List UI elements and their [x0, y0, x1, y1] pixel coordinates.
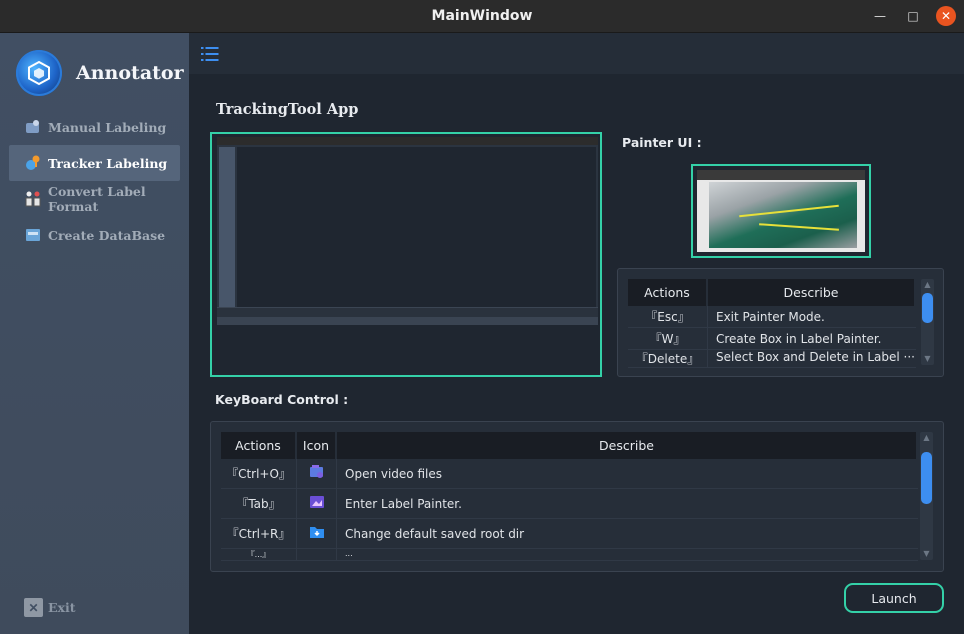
- sidebar-item-manual-labeling[interactable]: Manual Labeling: [9, 109, 180, 145]
- exit-label: Exit: [48, 600, 76, 615]
- tracking-tool-preview: [210, 132, 602, 377]
- label-painter-icon: [297, 489, 337, 519]
- painter-shortcuts-panel: Actions Describe 『Esc』 Exit Painter Mode…: [617, 268, 944, 377]
- close-icon: ✕: [24, 598, 43, 617]
- sidebar-item-label: Convert Label Format: [48, 184, 146, 214]
- table-row[interactable]: 『Esc』 Exit Painter Mode.: [628, 306, 916, 328]
- table-row[interactable]: 『...』 ...: [221, 549, 918, 561]
- exit-button[interactable]: ✕ Exit: [24, 598, 76, 617]
- column-header-describe: Describe: [708, 279, 916, 306]
- describe-cell: ...: [337, 549, 918, 561]
- minimize-button[interactable]: —: [870, 6, 890, 26]
- menu-list-icon[interactable]: [201, 46, 219, 62]
- window-title: MainWindow: [431, 8, 533, 24]
- action-cell: 『Esc』: [628, 306, 708, 328]
- scroll-down-icon[interactable]: ▼: [920, 548, 933, 560]
- painter-ui-preview: [691, 164, 871, 258]
- describe-cell: Select Box and Delete in Label ···: [708, 350, 916, 368]
- describe-cell: Create Box in Label Painter.: [708, 328, 916, 350]
- preview-screenshot: [217, 137, 598, 325]
- describe-cell: Enter Label Painter.: [337, 489, 918, 519]
- table-row[interactable]: 『Ctrl+O』 Open video files: [221, 459, 918, 489]
- painter-heading: Painter UI :: [622, 135, 702, 150]
- main-content: TrackingTool App Painter UI : Actions De…: [189, 74, 964, 634]
- describe-cell: Open video files: [337, 459, 918, 489]
- table-row[interactable]: 『Tab』 Enter Label Painter.: [221, 489, 918, 519]
- scrollbar-thumb[interactable]: [921, 452, 932, 504]
- action-cell: 『Delete』: [628, 350, 708, 368]
- describe-cell: Exit Painter Mode.: [708, 306, 916, 328]
- folder-download-icon: [297, 519, 337, 549]
- sidebar-item-convert-label-format[interactable]: Convert Label Format: [9, 181, 180, 217]
- top-bar: [189, 33, 964, 74]
- keyboard-shortcuts-panel: Actions Icon Describe 『Ctrl+O』 Open vide…: [210, 421, 944, 572]
- action-cell: 『W』: [628, 328, 708, 350]
- database-icon: [24, 226, 42, 244]
- hand-label-icon: [24, 118, 42, 136]
- files-icon: [297, 549, 337, 561]
- column-header-icon: Icon: [297, 432, 337, 459]
- app-name: Annotator: [76, 62, 184, 84]
- launch-button[interactable]: Launch: [844, 583, 944, 613]
- painter-shortcuts-table: Actions Describe 『Esc』 Exit Painter Mode…: [628, 279, 916, 368]
- table-row[interactable]: 『Delete』 Select Box and Delete in Label …: [628, 350, 916, 368]
- keyboard-shortcuts-table: Actions Icon Describe 『Ctrl+O』 Open vide…: [221, 432, 918, 561]
- painter-table-scrollbar[interactable]: ▲ ▼: [921, 279, 934, 365]
- scroll-down-icon[interactable]: ▼: [921, 353, 934, 365]
- tracker-icon: [24, 154, 42, 172]
- keyboard-table-scrollbar[interactable]: ▲ ▼: [920, 432, 933, 560]
- scroll-up-icon[interactable]: ▲: [921, 279, 934, 291]
- scroll-up-icon[interactable]: ▲: [920, 432, 933, 444]
- open-video-icon: [297, 459, 337, 489]
- app-heading: TrackingTool App: [216, 101, 359, 118]
- scrollbar-thumb[interactable]: [922, 293, 933, 323]
- sidebar-item-label: Manual Labeling: [48, 119, 167, 135]
- sidebar-item-tracker-labeling[interactable]: Tracker Labeling: [9, 145, 180, 181]
- close-button[interactable]: ✕: [936, 6, 956, 26]
- sidebar: Annotator Manual Labeling Tracker Labeli…: [0, 33, 189, 634]
- convert-icon: [24, 190, 42, 208]
- sidebar-item-create-database[interactable]: Create DataBase: [9, 217, 180, 253]
- column-header-describe: Describe: [337, 432, 918, 459]
- title-bar: MainWindow — □ ✕: [0, 0, 964, 33]
- action-cell: 『Ctrl+R』: [221, 519, 297, 549]
- action-cell: 『Ctrl+O』: [221, 459, 297, 489]
- action-cell: 『Tab』: [221, 489, 297, 519]
- app-logo-icon: [16, 50, 62, 96]
- describe-cell: Change default saved root dir: [337, 519, 918, 549]
- maximize-button[interactable]: □: [903, 6, 923, 26]
- column-header-actions: Actions: [628, 279, 708, 306]
- column-header-actions: Actions: [221, 432, 297, 459]
- sidebar-item-label: Tracker Labeling: [48, 155, 168, 171]
- sidebar-item-label: Create DataBase: [48, 227, 166, 243]
- action-cell: 『...』: [221, 549, 297, 561]
- keyboard-heading: KeyBoard Control :: [215, 392, 349, 407]
- table-row[interactable]: 『W』 Create Box in Label Painter.: [628, 328, 916, 350]
- table-row[interactable]: 『Ctrl+R』 Change default saved root dir: [221, 519, 918, 549]
